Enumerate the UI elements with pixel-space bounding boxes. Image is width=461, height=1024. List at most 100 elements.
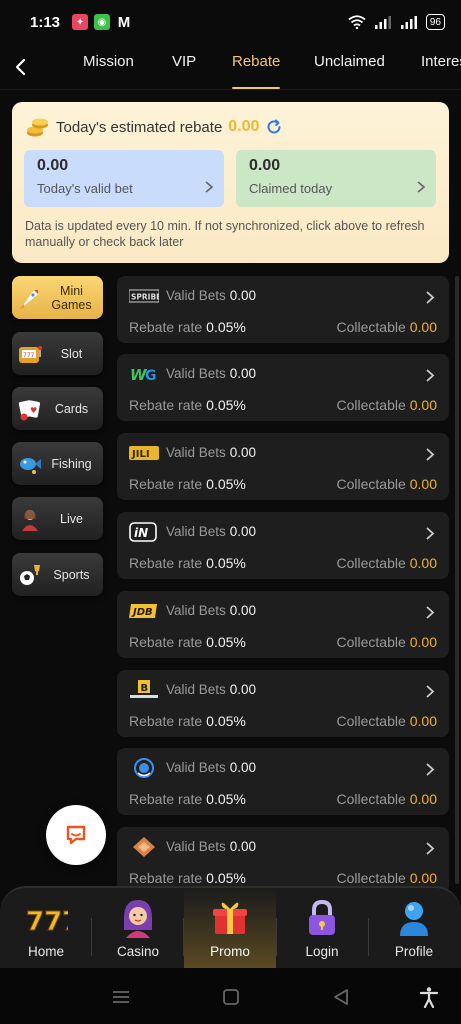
valid-bets-value: 0.00 — [229, 839, 257, 854]
valid-bets: Valid Bets 0.00 — [166, 366, 257, 381]
jdb-logo-icon: JDB — [129, 604, 157, 618]
chevron-left-icon — [15, 58, 26, 75]
signal-icon — [374, 16, 391, 29]
provider-card-wg[interactable]: WG Valid Bets 0.00 Rebate rate 0.05% Colle… — [117, 354, 449, 421]
live-dealer-icon — [22, 509, 38, 531]
collectable-value: 0.00 — [409, 476, 437, 492]
summary-title: Today's estimated rebate 0.00 — [26, 116, 283, 138]
category-live[interactable]: Live — [12, 497, 103, 540]
category-slot[interactable]: 777 Slot — [12, 332, 103, 375]
casino-girl-icon — [124, 900, 152, 938]
collectable-value: 0.00 — [409, 555, 437, 571]
category-sports[interactable]: Sports — [12, 553, 103, 596]
svg-text:SPRIBE: SPRIBE — [131, 293, 159, 302]
rebate-rate-value: 0.05% — [206, 319, 246, 335]
tab-mission[interactable]: Mission — [83, 44, 134, 90]
refresh-icon[interactable] — [265, 118, 283, 136]
collectable: Collectable 0.00 — [336, 713, 437, 729]
chevron-right-icon — [426, 527, 435, 540]
collectable: Collectable 0.00 — [336, 634, 437, 650]
provider-card-jili[interactable]: JILI Valid Bets 0.00 Rebate rate 0.05% Col… — [117, 433, 449, 500]
valid-bets-value: 0.00 — [229, 682, 257, 697]
valid-bet-box[interactable]: 0.00 Today's valid bet — [24, 150, 224, 207]
fish-icon — [20, 457, 41, 474]
collectable-value: 0.00 — [409, 397, 437, 413]
chevron-right-icon — [426, 448, 435, 461]
home-button-icon[interactable] — [220, 986, 242, 1008]
tab-vip[interactable]: VIP — [172, 44, 196, 90]
category-label: Fishing — [51, 456, 92, 471]
nav-label: Home — [27, 944, 64, 959]
notification-app-icon: ◉ — [94, 14, 111, 30]
status-time: 1:13 — [30, 13, 61, 31]
valid-bets-value: 0.00 — [229, 445, 257, 460]
live-chat-button[interactable] — [46, 805, 106, 865]
recent-apps-icon[interactable] — [110, 986, 132, 1008]
svg-text:♥: ♥ — [30, 406, 37, 415]
nav-profile[interactable]: Profile — [368, 888, 460, 968]
in-logo-icon: iN — [129, 522, 157, 542]
scrollbar[interactable] — [455, 276, 459, 884]
collectable: Collectable 0.00 — [336, 870, 437, 886]
jili-logo-icon: JILI — [129, 446, 159, 460]
svg-text:iN: iN — [134, 526, 148, 540]
provider-card-diamond[interactable]: Valid Bets 0.00 Rebate rate 0.05% Collecta… — [117, 827, 449, 894]
valid-bets: Valid Bets 0.00 — [166, 682, 257, 697]
rocket-icon — [20, 289, 38, 309]
collectable-value: 0.00 — [409, 791, 437, 807]
claimed-today-label: Claimed today — [249, 181, 333, 196]
rebate-rate-value: 0.05% — [206, 555, 246, 571]
provider-card-jdb[interactable]: JDB Valid Bets 0.00 Rebate rate 0.05% Coll… — [117, 591, 449, 658]
coins-icon — [27, 118, 48, 137]
category-label: Slot — [60, 346, 83, 361]
rebate-rate: Rebate rate 0.05% — [129, 476, 246, 492]
valid-bets-value: 0.00 — [229, 760, 257, 775]
rebate-rate-value: 0.05% — [206, 791, 246, 807]
nav-casino[interactable]: Casino — [92, 888, 184, 968]
svg-text:JDB: JDB — [131, 607, 153, 618]
category-mini-games[interactable]: Mini Games — [12, 276, 103, 319]
category-cards[interactable]: ♥ Cards — [12, 387, 103, 430]
valid-bets: Valid Bets 0.00 — [166, 603, 257, 618]
rebate-rate: Rebate rate 0.05% — [129, 791, 246, 807]
tab-unclaimed[interactable]: Unclaimed — [314, 44, 385, 90]
valid-bet-label: Today's valid bet — [37, 181, 133, 196]
svg-text:777: 777 — [26, 907, 68, 937]
svg-text:B: B — [141, 683, 149, 694]
nav-promo[interactable]: Promo — [184, 888, 276, 968]
rebate-rate-value: 0.05% — [206, 634, 246, 650]
back-triangle-icon[interactable] — [330, 986, 352, 1008]
status-bar: 1:13 ✦ ◉ M 96 — [0, 0, 461, 44]
provider-card-in[interactable]: iN Valid Bets 0.00 Rebate rate 0.05% Colle… — [117, 512, 449, 579]
svg-text:777: 777 — [23, 352, 35, 359]
provider-card-spribe[interactable]: SPRIBE Valid Bets 0.00 Rebate rate 0.05% C… — [117, 276, 449, 343]
category-label: Cards — [54, 401, 89, 416]
lock-icon — [309, 899, 335, 935]
provider-card-blue-circle[interactable]: Valid Bets 0.00 Rebate rate 0.05% Collecta… — [117, 748, 449, 815]
nav-home[interactable]: 777 Home — [0, 888, 92, 968]
battery-indicator: 96 — [425, 14, 445, 30]
valid-bets: Valid Bets 0.00 — [166, 524, 257, 539]
valid-bets-value: 0.00 — [229, 524, 257, 539]
tab-interest[interactable]: Interest — [421, 44, 461, 90]
category-label: Mini Games — [51, 283, 92, 312]
slot-machine-icon: 777 — [19, 345, 42, 363]
claimed-today-box[interactable]: 0.00 Claimed today — [236, 150, 436, 207]
collectable: Collectable 0.00 — [336, 476, 437, 492]
category-fishing[interactable]: Fishing — [12, 442, 103, 485]
rebate-rate-value: 0.05% — [206, 870, 246, 886]
provider-card-b[interactable]: B Valid Bets 0.00 Rebate rate 0.05% Collec… — [117, 670, 449, 737]
collectable: Collectable 0.00 — [336, 319, 437, 335]
svg-text:JILI: JILI — [131, 449, 150, 460]
collectable-value: 0.00 — [409, 634, 437, 650]
claimed-today-value: 0.00 — [249, 157, 281, 174]
valid-bets: Valid Bets 0.00 — [166, 760, 257, 775]
blue-circle-logo-icon — [134, 758, 154, 778]
gmail-icon: M — [117, 13, 131, 31]
tab-rebate[interactable]: Rebate — [232, 44, 281, 90]
nav-login[interactable]: Login — [276, 888, 368, 968]
back-button[interactable] — [0, 44, 40, 90]
nav-label: Profile — [394, 944, 434, 959]
valid-bet-value: 0.00 — [37, 157, 69, 174]
accessibility-icon[interactable] — [418, 986, 440, 1008]
